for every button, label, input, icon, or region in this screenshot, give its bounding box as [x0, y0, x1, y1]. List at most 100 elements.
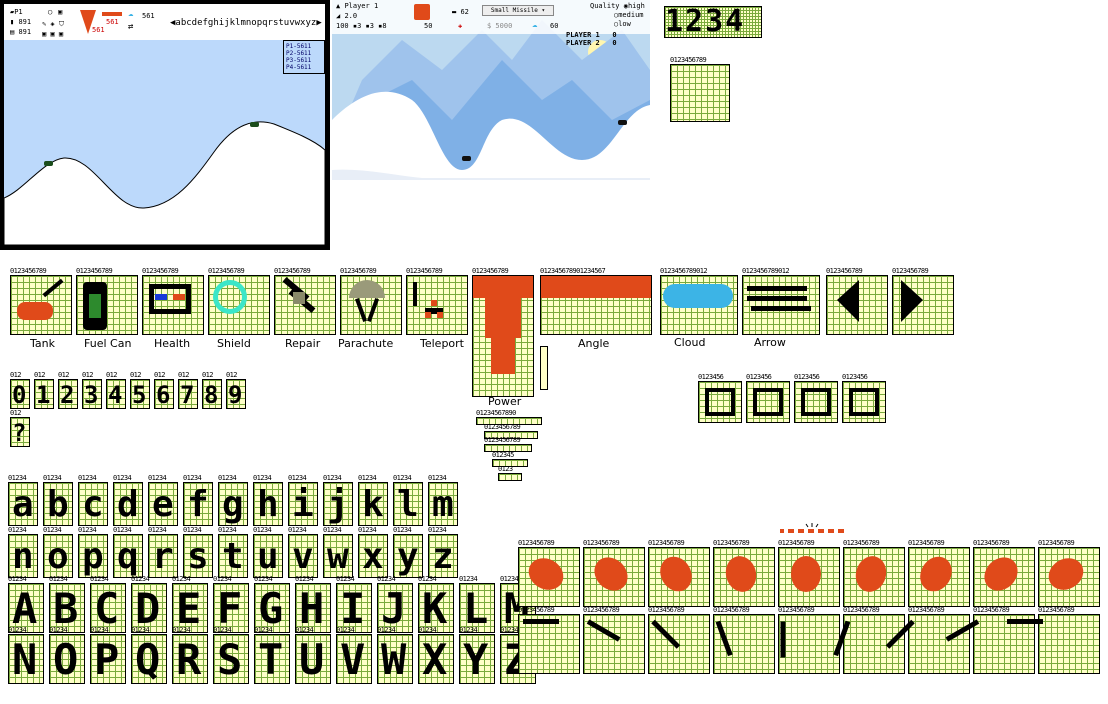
- digit-glyph: 0: [10, 379, 30, 409]
- label-tank: Tank: [30, 337, 55, 350]
- explosion-frame: [1038, 547, 1100, 607]
- score-player-2: PLAYER 2 0: [566, 39, 617, 47]
- grid-header: 0123456789: [648, 539, 685, 547]
- grid-header: 01234: [377, 575, 396, 583]
- grid-header: 01234: [254, 575, 273, 583]
- grid-header: 01234: [90, 575, 109, 583]
- grid-header: 012345: [492, 451, 514, 459]
- grid-header: 0123456789: [583, 606, 620, 614]
- explosion-blob: [522, 552, 570, 596]
- angle-value: 561: [106, 18, 119, 26]
- big-digits-text: 1234: [665, 4, 746, 39]
- health-sprite: [142, 275, 204, 335]
- wind-value: 561: [142, 12, 155, 20]
- letter-glyph-text: i: [292, 484, 314, 525]
- tank-player-1[interactable]: [462, 156, 471, 161]
- quality-medium-radio[interactable]: ○medium: [614, 11, 644, 19]
- cloud-icon: ☁: [532, 20, 538, 30]
- letter-glyph: y: [393, 534, 423, 578]
- teleport-sprite: [406, 275, 468, 335]
- grid-header: 01234: [90, 626, 109, 634]
- power-bar: [540, 346, 548, 390]
- grid-header: 0123456: [842, 373, 868, 381]
- grid-header: 0123456789: [826, 267, 863, 275]
- explosion-frame: [648, 547, 710, 607]
- score-row: P1-5611: [286, 43, 312, 50]
- letter-glyph: P: [90, 634, 126, 684]
- grid-header: 01234: [288, 474, 307, 482]
- wind-value: 60: [550, 22, 559, 30]
- grid-header: 01234: [459, 575, 478, 583]
- letter-glyph: X: [418, 634, 454, 684]
- grid-header: 01234: [213, 626, 232, 634]
- grid-header: 01234: [8, 626, 27, 634]
- letter-glyph: k: [358, 482, 388, 526]
- label-health: Health: [154, 337, 191, 350]
- letter-glyph: Y: [459, 634, 495, 684]
- grid-header: 012: [130, 371, 141, 379]
- grid-header: 01234: [336, 626, 355, 634]
- health-icon: ✚: [458, 22, 463, 30]
- digit-glyph-text: 8: [204, 381, 219, 409]
- quality-low-radio[interactable]: ○low: [614, 20, 631, 28]
- digit-glyph-text: ?: [12, 419, 27, 447]
- grid-header: 01234: [393, 474, 412, 482]
- quality-options[interactable]: Quality ◉high: [590, 2, 645, 10]
- tank-player-1[interactable]: [44, 161, 53, 166]
- grid-header: 01234: [49, 626, 68, 634]
- grid-header: 01234: [336, 575, 355, 583]
- tank-player-2[interactable]: [618, 120, 627, 125]
- tile-sprite: [794, 381, 838, 423]
- grid-header: 0123456789: [648, 606, 685, 614]
- letter-glyph: O: [49, 634, 85, 684]
- weapon-select[interactable]: Small Missile ▾: [482, 5, 554, 16]
- letter-glyph: h: [253, 482, 283, 526]
- shield-icon[interactable]: ◯: [48, 8, 52, 16]
- grid-header: 01234: [49, 575, 68, 583]
- fuel-can-icon[interactable]: ▣: [58, 8, 62, 16]
- grid-header: 0123456789: [892, 267, 929, 275]
- hud-bar: ▰P1 ▮ 891 ▤ 891 ◯ ▣ ✎ ◈ ⛉ ▣ ▣ ▣ 561 561 …: [4, 4, 325, 40]
- direction-line: [651, 619, 681, 649]
- grid-header: 01234: [43, 526, 62, 534]
- power-meter-icon: [414, 4, 430, 20]
- letter-glyph: t: [218, 534, 248, 578]
- grid-header: 012: [154, 371, 165, 379]
- explosion-frame: [908, 547, 970, 607]
- grid-header: 0123456789: [670, 56, 707, 64]
- letter-glyph: u: [253, 534, 283, 578]
- direction-frame: [885, 614, 970, 674]
- grid-header: 01234: [131, 626, 150, 634]
- tank-player-2[interactable]: [250, 122, 259, 127]
- grid-header: 01234: [358, 526, 377, 534]
- letter-glyph-text: O: [53, 635, 79, 684]
- game-preview-modern: ▲ Player 1 ◢ 2.0 100 ▪3 ▪3 ▪8 50 ▬ 62 ✚ …: [332, 0, 650, 180]
- grid-header: 01234: [500, 575, 519, 583]
- grid-header: 0123456789: [778, 606, 815, 614]
- grid-header: 0123456: [794, 373, 820, 381]
- grid-header: 0123456789: [1038, 539, 1075, 547]
- grid-header: 01234: [218, 474, 237, 482]
- explosion-frame: [778, 547, 840, 607]
- parachute-sprite: [340, 275, 402, 335]
- grid-header: 01234: [253, 526, 272, 534]
- explosion-frame: [713, 547, 775, 607]
- repair-icon[interactable]: ✎ ◈ ⛉: [42, 20, 64, 29]
- item-slots[interactable]: ▣ ▣ ▣: [42, 30, 63, 38]
- grid-header: 0123456789: [10, 267, 47, 275]
- digit-glyph: 2: [58, 379, 78, 409]
- grid-header: 0123456789: [713, 606, 750, 614]
- grid-header: 01234: [213, 575, 232, 583]
- letter-glyph-text: R: [176, 635, 202, 684]
- cloud-sprite: [660, 275, 738, 335]
- grid-header: 0123456789: [778, 539, 815, 547]
- grid-header: 01234: [172, 626, 191, 634]
- grid-header: 01234: [254, 626, 273, 634]
- digit-glyph-text: 5: [132, 381, 147, 409]
- grid-header: 01234: [428, 526, 447, 534]
- grid-header: 01234: [8, 474, 27, 482]
- letter-glyph: f: [183, 482, 213, 526]
- fuel-readout: ▮ 891: [10, 18, 32, 26]
- direction-frame: [778, 614, 840, 674]
- letter-glyph-text: s: [187, 536, 209, 577]
